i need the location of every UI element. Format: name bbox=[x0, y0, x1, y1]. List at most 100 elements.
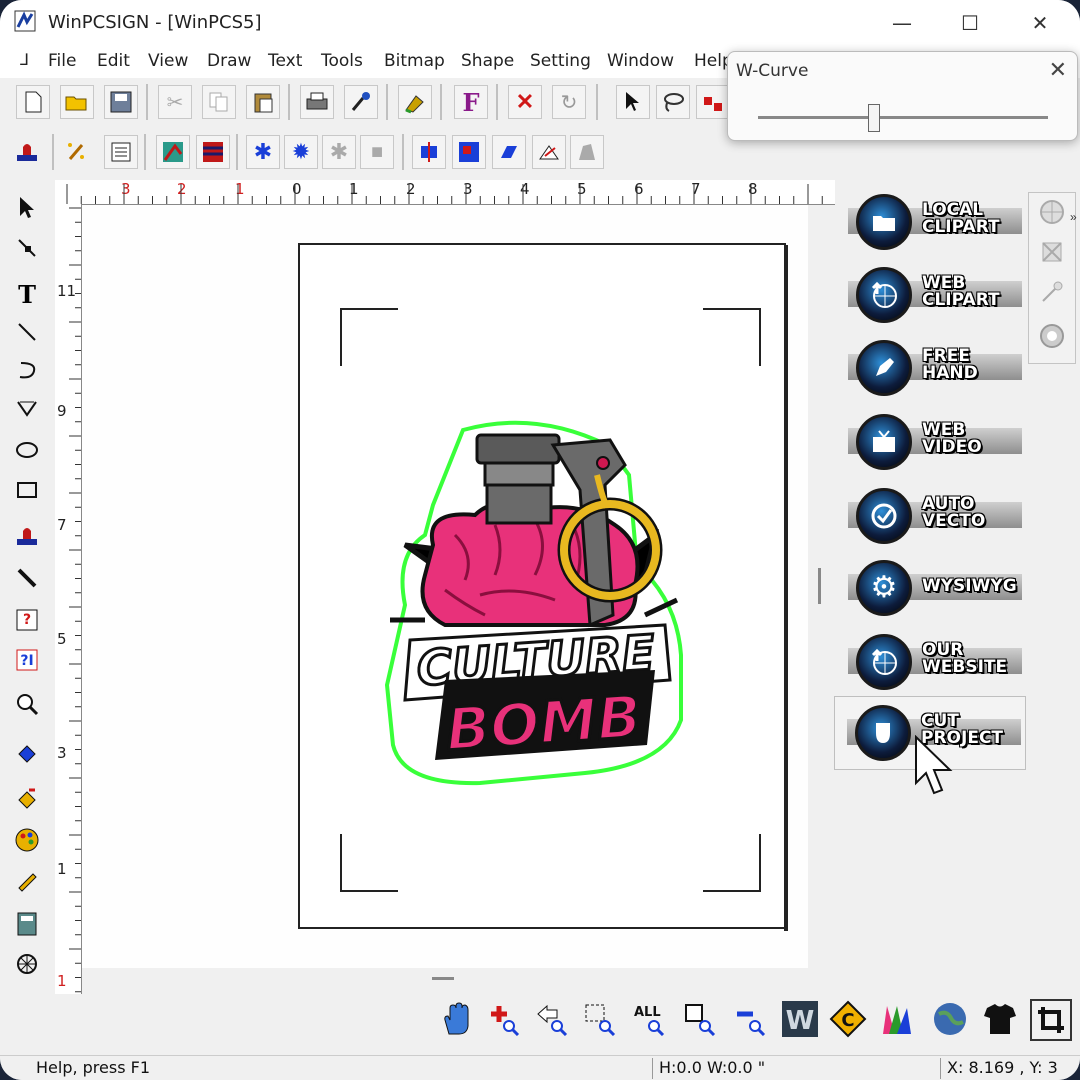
node-edit-icon[interactable] bbox=[8, 230, 46, 266]
hand-pan-icon[interactable] bbox=[436, 999, 476, 1039]
image-filter-icon[interactable] bbox=[196, 135, 230, 169]
text-paragraph-icon[interactable]: ? bbox=[8, 602, 46, 638]
w-logo-icon[interactable]: W bbox=[780, 999, 820, 1039]
bezier-tool-icon[interactable] bbox=[8, 390, 46, 426]
envelope-distort-icon[interactable] bbox=[532, 135, 566, 169]
secondary-toolbar: ✱ ✹ ✱ ■ bbox=[0, 130, 640, 174]
arc-tool-icon[interactable] bbox=[8, 352, 46, 388]
paste-icon[interactable] bbox=[246, 85, 280, 119]
crosshair-settings-icon[interactable] bbox=[8, 946, 46, 982]
folder-icon bbox=[856, 194, 912, 250]
menu-file[interactable]: File bbox=[48, 51, 76, 71]
curve-slider-track[interactable] bbox=[758, 116, 1048, 119]
menu-draw[interactable]: Draw bbox=[207, 51, 251, 71]
print-icon[interactable] bbox=[300, 85, 334, 119]
paint-bucket-icon[interactable] bbox=[8, 780, 46, 816]
emblem-icon[interactable] bbox=[1037, 321, 1067, 351]
layout-icon[interactable] bbox=[104, 135, 138, 169]
cog-blue-icon[interactable]: ✹ bbox=[284, 135, 318, 169]
probe-icon[interactable] bbox=[1037, 277, 1067, 307]
rectangle-tool-icon[interactable] bbox=[8, 472, 46, 508]
status-dimensions: H:0.0 W:0.0 " bbox=[652, 1058, 929, 1079]
redo-icon[interactable]: ↻ bbox=[552, 85, 586, 119]
maximize-button[interactable]: ☐ bbox=[950, 8, 990, 38]
menu-window[interactable]: Window bbox=[607, 51, 674, 71]
cut-icon[interactable]: ✂ bbox=[158, 85, 192, 119]
our-website-button[interactable]: OUR WEBSITE bbox=[842, 630, 1022, 694]
pointer-tool-icon[interactable] bbox=[8, 190, 46, 226]
group-icon[interactable] bbox=[452, 135, 486, 169]
color-palette-icon[interactable] bbox=[8, 822, 46, 858]
tv-icon bbox=[856, 414, 912, 470]
gear-blue-icon[interactable]: ✱ bbox=[246, 135, 280, 169]
zoom-window-icon[interactable] bbox=[580, 999, 620, 1039]
target-icon[interactable] bbox=[1037, 197, 1067, 227]
text-tool-icon[interactable]: T bbox=[8, 276, 46, 312]
menu-setting[interactable]: Setting bbox=[530, 51, 591, 71]
new-file-icon[interactable] bbox=[16, 85, 50, 119]
zoom-previous-icon[interactable] bbox=[532, 999, 572, 1039]
close-icon[interactable]: ✕ bbox=[1049, 58, 1067, 83]
splitter-handle[interactable] bbox=[818, 568, 821, 604]
knife-tool-icon[interactable] bbox=[8, 560, 46, 596]
curve-slider-thumb[interactable] bbox=[868, 104, 880, 132]
gear-gray-icon[interactable]: ✱ bbox=[322, 135, 356, 169]
font-icon[interactable]: F bbox=[454, 85, 488, 119]
eraser-tool-icon[interactable] bbox=[398, 85, 432, 119]
scroll-handle[interactable] bbox=[432, 977, 454, 980]
zoom-in-icon[interactable] bbox=[484, 999, 524, 1039]
copy-icon[interactable] bbox=[202, 85, 236, 119]
plot-cutter-icon[interactable] bbox=[344, 85, 378, 119]
open-folder-icon[interactable] bbox=[60, 85, 94, 119]
culture-bomb-sticker[interactable]: CULTURE BOMB bbox=[385, 415, 685, 790]
slant-icon[interactable] bbox=[492, 135, 526, 169]
calculator-icon[interactable] bbox=[8, 906, 46, 942]
menu-bitmap[interactable]: Bitmap bbox=[384, 51, 445, 71]
line-tool-icon[interactable] bbox=[8, 314, 46, 350]
magic-wand-icon[interactable] bbox=[60, 135, 94, 169]
align-center-icon[interactable] bbox=[412, 135, 446, 169]
zoom-tool-icon[interactable] bbox=[8, 686, 46, 722]
auto-vecto-button[interactable]: AUTO VECTO bbox=[842, 484, 1022, 548]
menu-shape[interactable]: Shape bbox=[461, 51, 514, 71]
menu-tools[interactable]: Tools bbox=[321, 51, 363, 71]
select-arrow-icon[interactable] bbox=[616, 85, 650, 119]
close-button[interactable]: ✕ bbox=[1020, 8, 1060, 38]
title-bar[interactable]: WinPCSIGN - [WinPCS5] — ☐ ✕ bbox=[0, 0, 1080, 46]
web-clipart-button[interactable]: WEB CLIPART bbox=[842, 263, 1022, 327]
vertical-text-icon[interactable]: ?I bbox=[8, 642, 46, 678]
tshirt-icon[interactable] bbox=[980, 999, 1020, 1039]
fill-bucket-icon[interactable] bbox=[8, 736, 46, 772]
shape-gray-icon[interactable] bbox=[570, 135, 604, 169]
minimize-button[interactable]: — bbox=[882, 8, 922, 38]
zoom-all-icon[interactable]: ALL bbox=[630, 999, 670, 1039]
bitmap-trace-icon[interactable] bbox=[156, 135, 190, 169]
free-hand-button[interactable]: FREE HAND bbox=[842, 336, 1022, 400]
block-gray-icon[interactable]: ■ bbox=[360, 135, 394, 169]
status-help-text: Help, press F1 bbox=[36, 1058, 151, 1077]
pencil-tool-icon[interactable] bbox=[8, 862, 46, 898]
web-video-button[interactable]: WEB VIDEO bbox=[842, 410, 1022, 474]
system-menu-icon[interactable]: ⅃ bbox=[20, 50, 29, 69]
menu-view[interactable]: View bbox=[148, 51, 188, 71]
local-clipart-button[interactable]: LOCAL CLIPART bbox=[842, 190, 1022, 254]
crossed-tool-icon[interactable] bbox=[1037, 237, 1067, 267]
node-tool-icon[interactable] bbox=[696, 85, 730, 119]
delete-icon[interactable]: ✕ bbox=[508, 85, 542, 119]
ellipse-tool-icon[interactable] bbox=[8, 432, 46, 468]
stamp-icon[interactable] bbox=[10, 135, 44, 169]
crop-mark bbox=[340, 308, 398, 366]
lasso-icon[interactable] bbox=[656, 85, 690, 119]
menu-edit[interactable]: Edit bbox=[97, 51, 130, 71]
zoom-out-icon[interactable] bbox=[730, 999, 770, 1039]
globe-icon[interactable] bbox=[930, 999, 970, 1039]
c-badge-icon[interactable]: C bbox=[828, 999, 868, 1039]
zoom-page-icon[interactable] bbox=[680, 999, 720, 1039]
menu-text[interactable]: Text bbox=[268, 51, 302, 71]
crop-icon[interactable] bbox=[1030, 999, 1072, 1041]
color-swatches-icon[interactable] bbox=[876, 999, 916, 1039]
wysiwyg-button[interactable]: ⚙ WYSIWYG bbox=[842, 556, 1022, 620]
stamp-tool-icon[interactable] bbox=[8, 518, 46, 554]
save-icon[interactable] bbox=[104, 85, 138, 119]
scroll-arrow-icon[interactable]: » bbox=[1070, 210, 1077, 224]
